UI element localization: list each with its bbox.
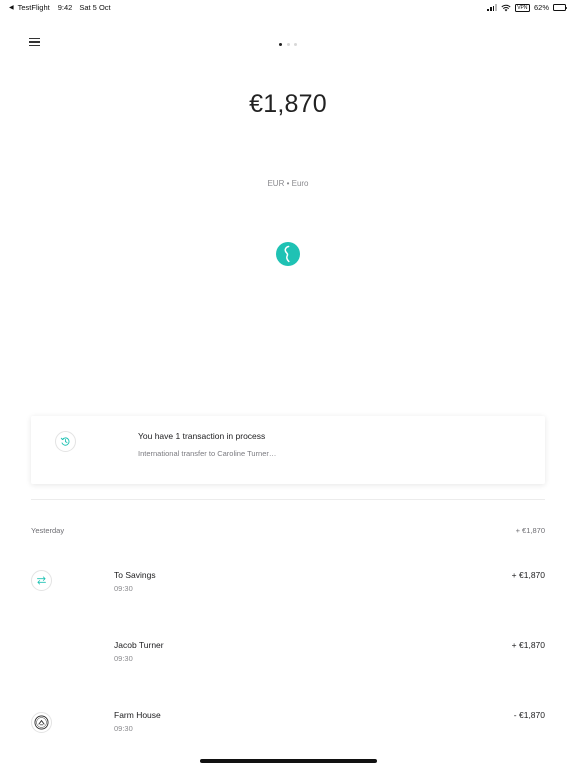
transaction-time: 09:30 [114,654,133,663]
menu-button[interactable] [29,35,43,49]
transfer-icon [31,570,52,591]
status-bar-right: VPN 62% [487,3,568,12]
pending-title: You have 1 transaction in process [138,431,266,441]
hamburger-icon [29,37,40,39]
page-dot [286,43,290,46]
account-balance: €1,870 [249,90,327,118]
day-label: Yesterday [31,526,65,535]
back-arrow-icon[interactable]: ◀ [9,4,14,11]
status-time: 9:42 [57,3,73,12]
transaction-amount: + €1,870 [511,640,545,650]
currency-label[interactable]: EUR • Euro [0,179,576,188]
transaction-row[interactable]: Farm House 09:30 - €1,870 [31,710,545,750]
transaction-time: 09:30 [114,724,133,733]
page-dot-active [279,43,282,46]
transaction-time: 09:30 [114,584,133,593]
status-date: Sat 5 Oct [79,3,111,12]
status-bar-left: ◀ TestFlight 9:42 Sat 5 Oct [9,3,111,12]
page-indicator[interactable] [279,43,297,46]
page-dot [294,43,297,46]
transaction-name: To Savings [114,570,156,580]
home-indicator[interactable] [200,759,377,763]
transaction-row[interactable]: Jacob Turner 09:30 + €1,870 [31,640,545,680]
battery-percent: 62% [533,3,549,12]
day-total: + €1,870 [515,526,545,535]
transaction-amount: + €1,870 [511,570,545,580]
battery-icon [553,4,568,11]
wifi-icon [501,4,511,11]
pending-transaction-card[interactable]: You have 1 transaction in process Intern… [31,416,545,484]
vpn-badge: VPN [514,3,530,12]
screen: ◀ TestFlight 9:42 Sat 5 Oct VPN 62% €1,8… [0,0,576,768]
divider [31,499,545,500]
transaction-row[interactable]: To Savings 09:30 + €1,870 [31,570,545,610]
farm-house-logo-icon [31,712,52,733]
back-app-label[interactable]: TestFlight [18,3,50,12]
pending-clock-icon [55,431,76,452]
pending-subtitle: International transfer to Caroline Turne… [138,449,277,458]
transaction-name: Farm House [114,710,161,720]
transaction-amount: - €1,870 [513,710,545,720]
cellular-signal-icon [487,4,497,11]
status-bar: ◀ TestFlight 9:42 Sat 5 Oct VPN 62% [0,0,576,14]
revolut-logo-icon [276,242,300,266]
transaction-name: Jacob Turner [114,640,164,650]
